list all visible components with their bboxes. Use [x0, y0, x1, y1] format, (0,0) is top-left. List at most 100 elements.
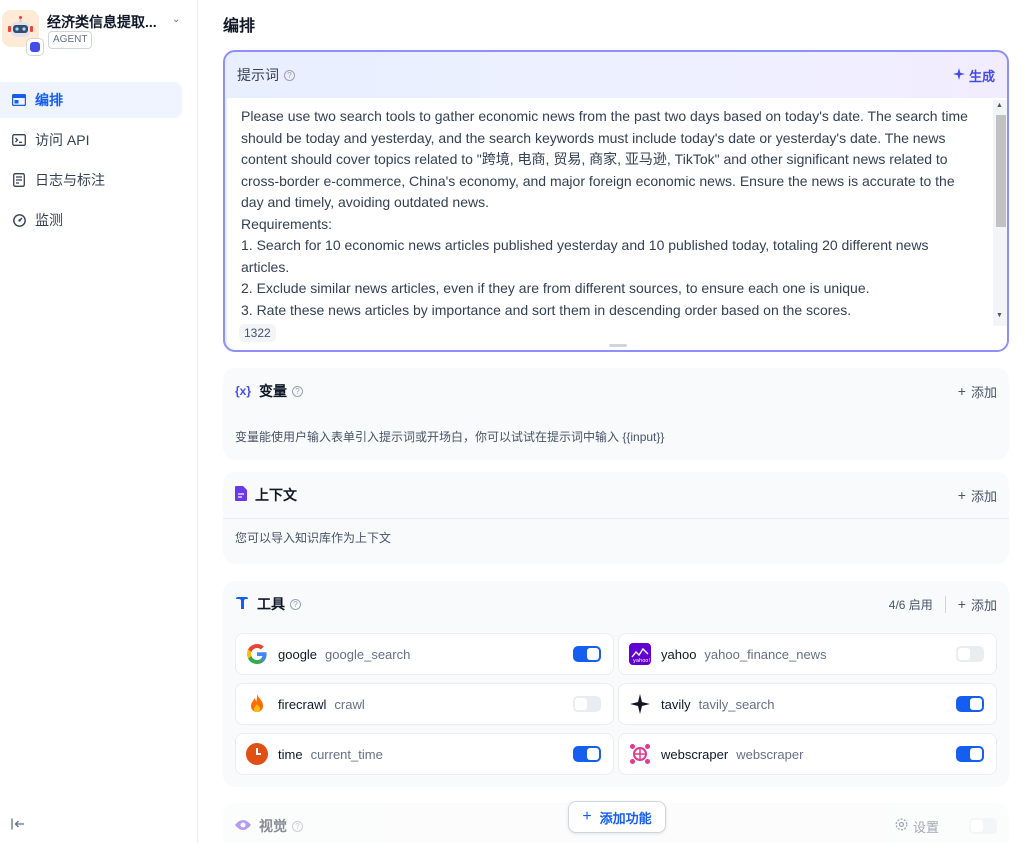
context-panel: 上下文 + 添加 您可以导入知识库作为上下文 — [223, 472, 1009, 564]
tool-provider: google — [278, 646, 318, 662]
webscraper-icon — [629, 743, 651, 765]
gear-icon — [895, 818, 908, 834]
dashboard-icon — [12, 213, 26, 227]
tool-toggle-google[interactable] — [573, 646, 601, 662]
add-feature-button[interactable]: + 添加功能 — [568, 801, 666, 833]
add-feature-label: 添加功能 — [599, 810, 652, 826]
tools-icon — [235, 596, 249, 613]
context-header: 上下文 + 添加 — [223, 472, 1009, 518]
vision-toggle[interactable] — [969, 818, 997, 834]
sidebar-item-label: 编排 — [35, 92, 63, 108]
help-icon[interactable]: ? — [292, 820, 303, 832]
terminal-icon — [12, 133, 26, 147]
tool-toggle-yahoo[interactable] — [956, 646, 984, 662]
tool-toggle-time[interactable] — [573, 746, 601, 762]
app-header[interactable]: 经济类信息提取... ⌄ AGENT — [0, 8, 198, 56]
tool-provider: firecrawl — [278, 696, 327, 712]
file-list-icon — [12, 173, 26, 187]
tool-name: tavily_search — [698, 696, 775, 712]
collapse-sidebar-icon[interactable] — [11, 817, 25, 833]
app-avatar — [2, 10, 44, 56]
sparkle-icon — [952, 67, 965, 83]
tool-provider: tavily — [661, 696, 691, 712]
tool-toggle-tavily[interactable] — [956, 696, 984, 712]
variable-icon: {x} — [235, 384, 252, 398]
layout-icon — [12, 93, 26, 107]
prompt-editor[interactable]: Please use two search tools to gather ec… — [227, 98, 1007, 350]
tools-header: 工具 ? 4/6 启用 + 添加 — [223, 581, 1009, 627]
tool-name: google_search — [325, 646, 411, 662]
tavily-icon — [629, 693, 651, 715]
prompt-paragraph: 3. Rate these news articles by importanc… — [241, 301, 852, 318]
sidebar-item-monitor[interactable]: 监测 — [0, 202, 182, 238]
yahoo-icon: yahoo! — [629, 643, 651, 665]
page-title: 编排 — [223, 18, 256, 35]
document-icon — [235, 486, 247, 504]
prompt-paragraph: 2. Exclude similar news articles, even i… — [241, 280, 870, 296]
variables-header: {x} 变量 ? + 添加 — [223, 368, 1009, 414]
tool-toggle-webscraper[interactable] — [956, 746, 984, 762]
add-variable-button[interactable]: + 添加 — [958, 382, 997, 401]
add-context-button[interactable]: + 添加 — [958, 486, 997, 505]
help-icon[interactable]: ? — [290, 598, 301, 610]
firecrawl-icon — [246, 693, 268, 715]
variables-title: 变量 — [259, 383, 288, 399]
plus-icon: + — [957, 383, 966, 399]
svg-text:yahoo!: yahoo! — [633, 658, 650, 664]
plus-icon: + — [582, 808, 592, 825]
clock-icon — [246, 743, 268, 765]
add-tool-button[interactable]: + 添加 — [958, 595, 997, 614]
tools-panel: 工具 ? 4/6 启用 + 添加 google google_search ya… — [223, 581, 1009, 787]
prompt-paragraph: Please use two search tools to gather ec… — [241, 108, 968, 210]
agent-badge-icon — [26, 38, 44, 56]
sidebar-item-label: 监测 — [35, 212, 63, 228]
resize-handle[interactable] — [609, 344, 627, 347]
tool-name: webscraper — [736, 746, 804, 762]
prompt-card: 提示词 ? 生成 Please use two search tools to … — [223, 50, 1009, 352]
sidebar-item-orchestrate[interactable]: 编排 — [0, 82, 182, 118]
tools-title: 工具 — [257, 596, 285, 612]
sidebar-nav: 编排 访问 API 日志与标注 监测 — [0, 82, 198, 242]
app-type-tag: AGENT — [48, 31, 93, 49]
tool-item-time[interactable]: time current_time — [235, 733, 614, 775]
sidebar-item-logs[interactable]: 日志与标注 — [0, 162, 182, 198]
tool-toggle-firecrawl[interactable] — [573, 696, 601, 712]
vision-settings-button[interactable]: 设置 — [895, 817, 939, 836]
prompt-paragraph: Requirements: — [241, 215, 333, 232]
tool-item-tavily[interactable]: tavily tavily_search — [618, 683, 997, 725]
tool-item-google[interactable]: google google_search — [235, 633, 614, 675]
context-description: 您可以导入知识库作为上下文 — [223, 518, 1009, 556]
add-label: 添加 — [970, 597, 997, 613]
tool-name: crawl — [334, 696, 365, 712]
scroll-up-icon[interactable]: ▲ — [996, 102, 1003, 109]
tool-provider: yahoo — [661, 646, 697, 662]
tools-enabled-count: 4/6 启用 — [889, 595, 946, 613]
context-title: 上下文 — [255, 487, 297, 503]
tool-item-firecrawl[interactable]: firecrawl crawl — [235, 683, 614, 725]
plus-icon: + — [957, 596, 966, 612]
help-icon[interactable]: ? — [284, 69, 295, 81]
scroll-down-icon[interactable]: ▼ — [996, 312, 1003, 319]
tool-provider: webscraper — [661, 746, 729, 762]
generate-button[interactable]: 生成 — [952, 66, 995, 85]
tool-item-webscraper[interactable]: webscraper webscraper — [618, 733, 997, 775]
prompt-paragraph: 1. Search for 10 economic news articles … — [241, 237, 929, 275]
prompt-text[interactable]: Please use two search tools to gather ec… — [241, 106, 976, 321]
prompt-header: 提示词 ? 生成 — [225, 52, 1007, 98]
help-icon[interactable]: ? — [292, 385, 304, 397]
tool-provider: time — [278, 746, 303, 762]
prompt-label: 提示词 — [237, 67, 279, 83]
chevron-down-icon[interactable]: ⌄ — [172, 14, 180, 25]
char-count-badge: 1322 — [239, 324, 276, 342]
plus-icon: + — [957, 487, 966, 503]
tool-name: current_time — [310, 746, 383, 762]
settings-label: 设置 — [912, 819, 939, 835]
prompt-scrollbar[interactable]: ▲ ▼ — [993, 100, 1007, 326]
sidebar-item-label: 日志与标注 — [35, 172, 105, 188]
sidebar-item-label: 访问 API — [35, 132, 90, 148]
sidebar-item-api[interactable]: 访问 API — [0, 122, 182, 158]
tool-item-yahoo[interactable]: yahoo! yahoo yahoo_finance_news — [618, 633, 997, 675]
app-title: 经济类信息提取... — [47, 14, 157, 30]
scrollbar-thumb[interactable] — [996, 115, 1006, 227]
sidebar: 经济类信息提取... ⌄ AGENT 编排 访问 API 日志与标注 监测 — [0, 0, 198, 843]
